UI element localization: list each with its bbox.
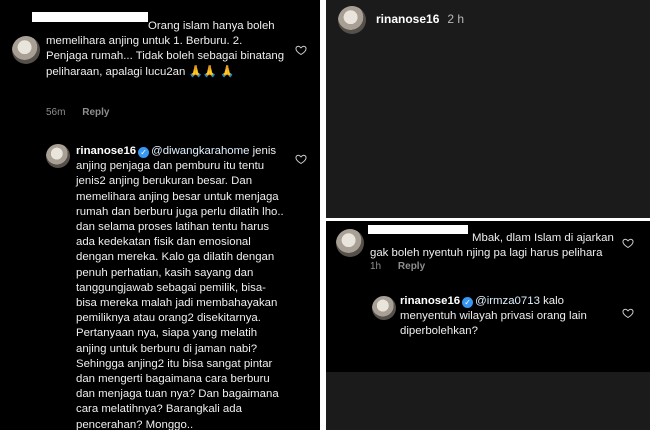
comment-body: rinanose16 ✓ @irmza0713 kalo menyentuh wil… xyxy=(400,294,622,340)
bottom-gray-strip xyxy=(326,372,650,430)
avatar[interactable] xyxy=(12,36,40,64)
comment-meta: 1h Reply xyxy=(370,261,439,272)
comment-time: 1h xyxy=(370,261,382,272)
story-username[interactable]: rinanose16 xyxy=(376,12,439,26)
heart-icon[interactable] xyxy=(295,44,307,56)
reply-button[interactable]: Reply xyxy=(398,261,425,272)
comment-text: jenis anjing penjaga dan pemburu itu ten… xyxy=(76,145,284,430)
avatar[interactable] xyxy=(338,6,366,34)
verified-badge-icon: ✓ xyxy=(462,297,474,308)
comment-text: Mbak, dlam Islam di ajarkan gak boleh ny… xyxy=(370,232,614,260)
right-story-panel xyxy=(326,0,650,218)
avatar[interactable] xyxy=(46,144,70,168)
verified-badge-icon: ✓ xyxy=(138,147,150,158)
comment-username[interactable]: rinanose16 xyxy=(76,145,136,157)
mention-link[interactable]: @irmza0713 xyxy=(475,295,540,307)
comment-time: 56m xyxy=(46,107,66,118)
comment-text: Orang islam hanya boleh memelihara anjin… xyxy=(46,20,285,78)
comment-username[interactable]: rinanose16 xyxy=(400,295,460,307)
mention-link[interactable]: @diwangkarahome xyxy=(151,145,249,157)
story-time: 2 h xyxy=(447,12,465,26)
heart-icon[interactable] xyxy=(622,307,634,319)
comment-meta: 56m Reply xyxy=(46,107,123,118)
avatar[interactable] xyxy=(372,296,396,320)
heart-icon[interactable] xyxy=(295,153,307,165)
story-header: rinanose16 2 h xyxy=(376,12,464,26)
avatar[interactable] xyxy=(336,229,364,257)
left-screenshot-panel: Orang islam hanya boleh memelihara anjin… xyxy=(0,0,320,430)
reply-button[interactable]: Reply xyxy=(82,107,109,118)
heart-icon[interactable] xyxy=(622,237,634,249)
comment-body: rinanose16 ✓ @diwangkarahome jenis anjing … xyxy=(76,144,286,430)
